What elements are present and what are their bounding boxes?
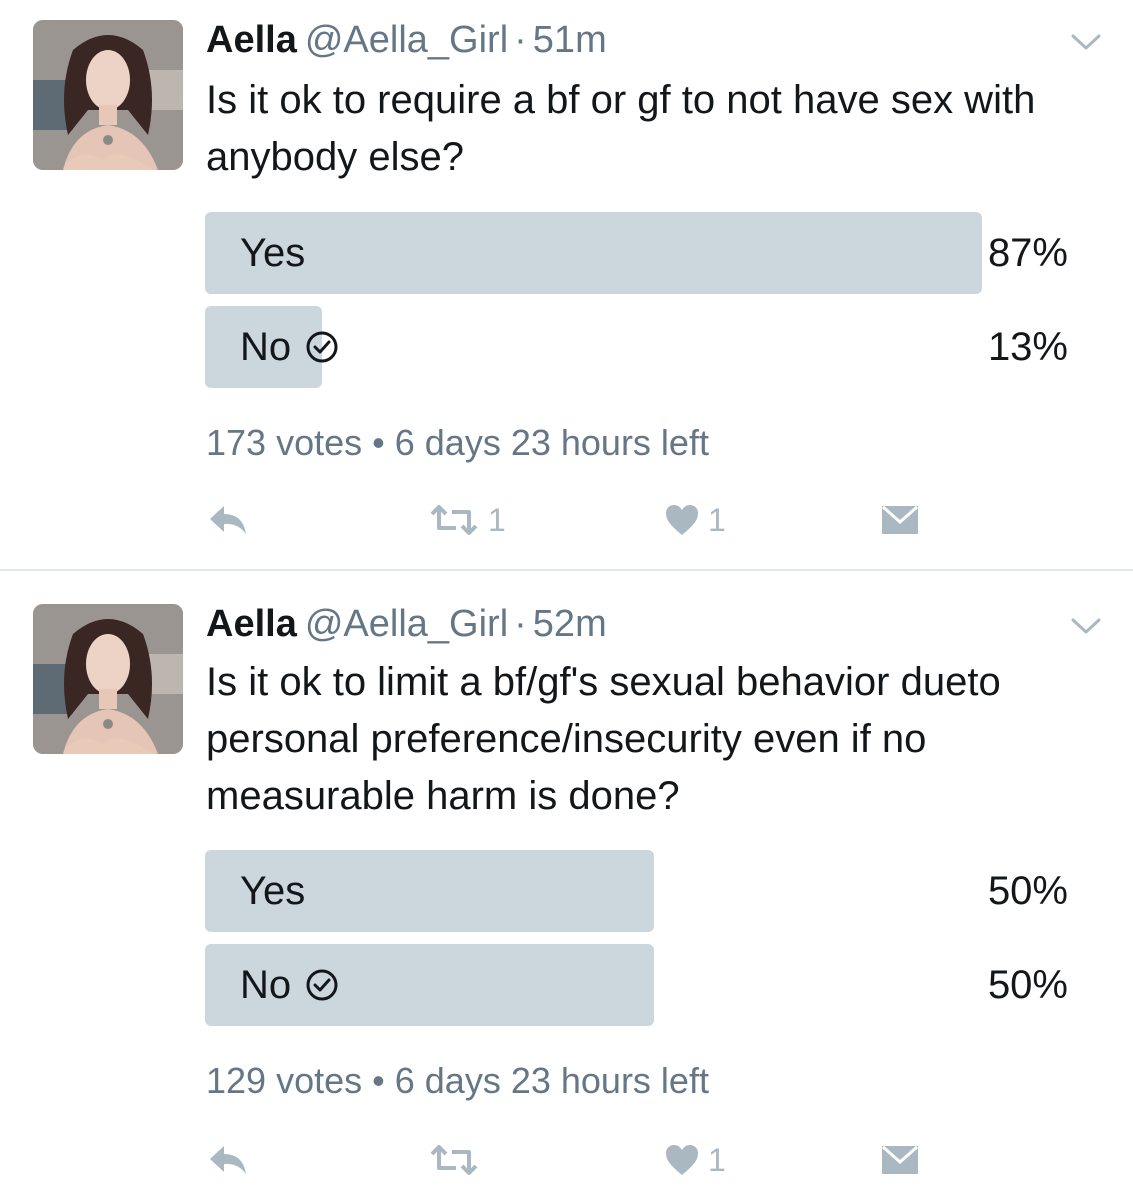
time-left: 6 days 23 hours left	[394, 1060, 709, 1101]
retweet-button[interactable]: 1	[428, 498, 506, 542]
timestamp[interactable]: 51m	[533, 19, 607, 61]
vote-count: 129 votes	[206, 1060, 363, 1101]
poll: Yes 87% No 13%	[205, 212, 1068, 400]
like-count: 1	[708, 501, 726, 538]
poll-option: No 13%	[205, 306, 1068, 388]
display-name[interactable]: Aella	[206, 19, 297, 61]
user-handle[interactable]: @Aella_Girl	[305, 603, 508, 645]
like-button[interactable]: 1	[664, 1138, 726, 1182]
tweet-header: Aella @Aella_Girl · 52m	[206, 602, 607, 646]
time-left: 6 days 23 hours left	[394, 422, 709, 463]
retweet-count: 1	[488, 501, 506, 538]
poll-option-percent: 50%	[987, 963, 1068, 1007]
poll-option: No 50%	[205, 944, 1068, 1026]
user-handle[interactable]: @Aella_Girl	[305, 19, 508, 61]
poll-option-percent: 13%	[987, 325, 1068, 369]
poll-meta: 173 votes • 6 days 23 hours left	[206, 422, 709, 464]
poll-option-label: Yes	[240, 869, 306, 913]
reply-icon	[210, 1146, 246, 1174]
dm-icon	[882, 505, 918, 534]
tweet-divider	[0, 569, 1133, 571]
reply-button[interactable]	[206, 498, 250, 542]
tweet-text: Is it ok to limit a bf/gf's sexual behav…	[206, 660, 1001, 818]
poll-meta: 129 votes • 6 days 23 hours left	[206, 1060, 709, 1102]
vote-count: 173 votes	[206, 422, 363, 463]
timestamp[interactable]: 52m	[533, 603, 607, 645]
tweet-text: Is it ok to require a bf or gf to not ha…	[206, 78, 1036, 179]
poll-option-label: No	[240, 325, 292, 369]
retweet-icon	[430, 505, 478, 535]
poll-option: Yes 87%	[205, 212, 1068, 294]
heart-icon	[666, 505, 698, 535]
poll: Yes 50% No 50%	[205, 850, 1068, 1038]
header-separator: ·	[514, 603, 527, 645]
dm-icon	[882, 1145, 918, 1174]
avatar-image	[33, 20, 183, 170]
poll-bar	[205, 212, 982, 294]
avatar[interactable]	[33, 20, 183, 170]
poll-option: Yes 50%	[205, 850, 1068, 932]
meta-bullet: •	[372, 1060, 385, 1101]
reply-icon	[210, 506, 246, 534]
retweet-button[interactable]	[428, 1138, 488, 1182]
heart-icon	[666, 1145, 698, 1175]
like-button[interactable]: 1	[664, 498, 726, 542]
poll-option-percent: 50%	[987, 869, 1068, 913]
avatar[interactable]	[33, 604, 183, 754]
poll-option-label: Yes	[240, 231, 306, 275]
display-name[interactable]: Aella	[206, 603, 297, 645]
dm-button[interactable]	[880, 498, 920, 542]
like-count: 1	[708, 1141, 726, 1178]
header-separator: ·	[514, 19, 527, 61]
poll-option-percent: 87%	[987, 231, 1068, 275]
tweet[interactable]: Aella @Aella_Girl · 52m Is it ok to limit a…	[0, 572, 1133, 1200]
dm-button[interactable]	[880, 1138, 920, 1182]
poll-option-label: No	[240, 963, 292, 1007]
tweet[interactable]: Aella @Aella_Girl · 51m Is it ok to require…	[0, 0, 1133, 570]
checkmark-icon	[306, 331, 338, 363]
tweet-header: Aella @Aella_Girl · 51m	[206, 18, 607, 62]
checkmark-icon	[306, 969, 338, 1001]
caret-down-icon[interactable]	[1068, 614, 1104, 638]
meta-bullet: •	[372, 422, 385, 463]
caret-down-icon[interactable]	[1068, 30, 1104, 54]
avatar-image	[33, 604, 183, 754]
retweet-icon	[430, 1145, 478, 1175]
reply-button[interactable]	[206, 1138, 250, 1182]
